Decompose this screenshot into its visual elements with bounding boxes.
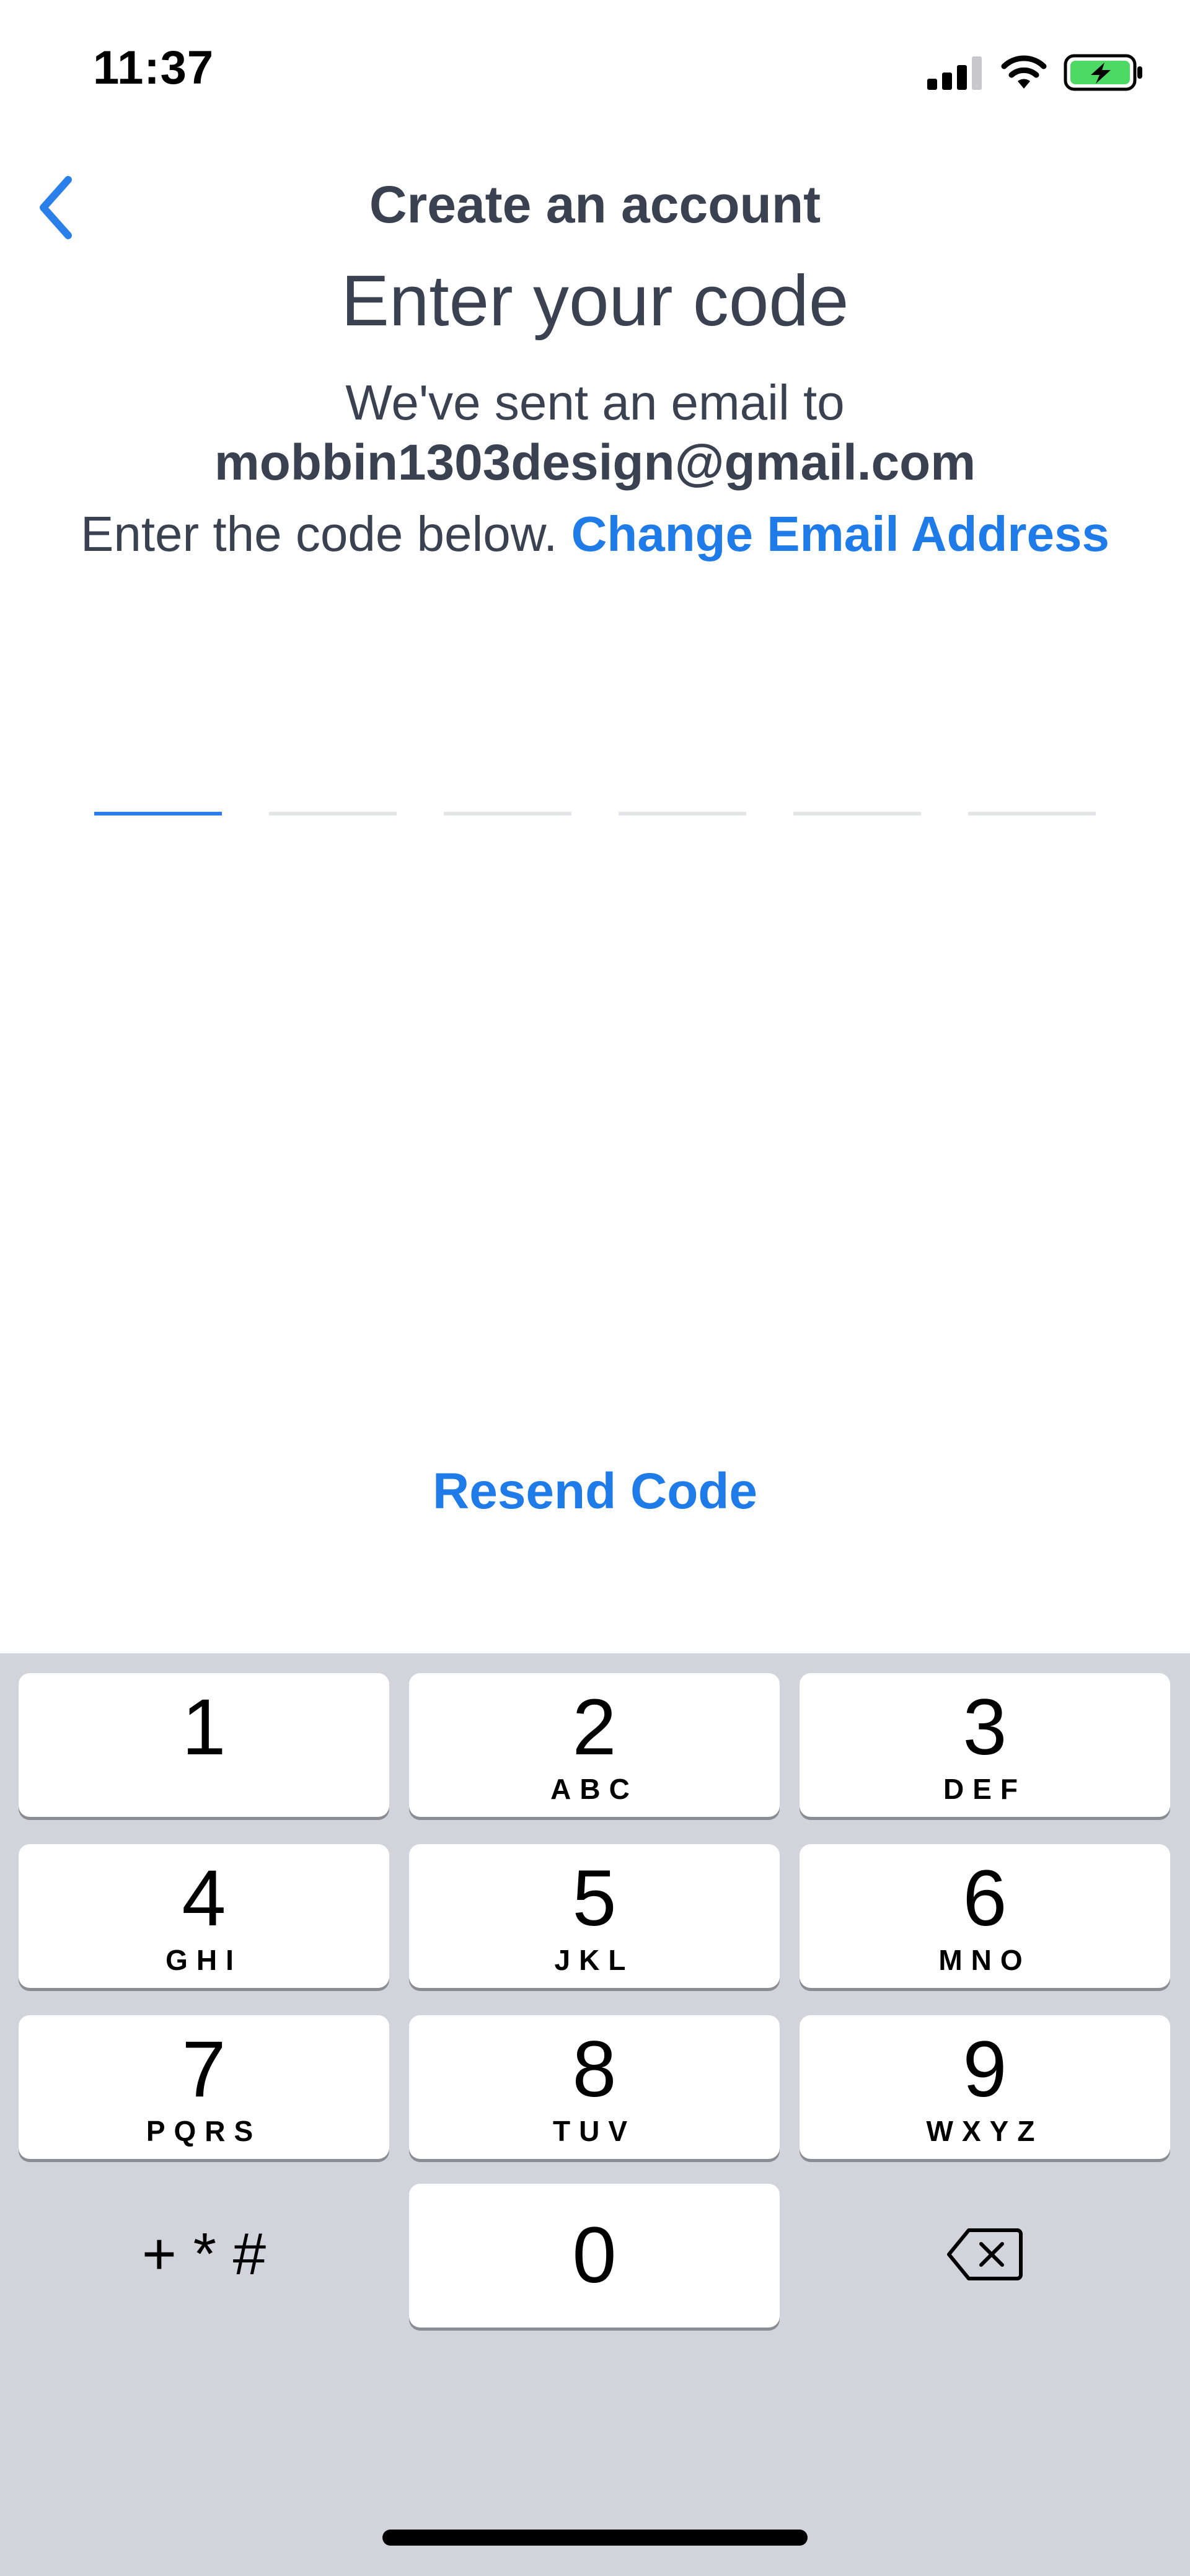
code-slot-2[interactable] — [269, 812, 397, 815]
status-time: 11:37 — [93, 42, 214, 94]
change-email-link[interactable]: Change Email Address — [571, 506, 1109, 561]
key-2[interactable]: 2 ABC — [409, 1673, 780, 1817]
instruction-line: Enter the code below. Change Email Addre… — [0, 506, 1190, 563]
key-9[interactable]: 9 WXYZ — [800, 2015, 1170, 2159]
key-5[interactable]: 5 JKL — [409, 1844, 780, 1988]
key-digit: 5 — [572, 1854, 617, 1943]
code-slot-3[interactable] — [444, 812, 571, 815]
screen: 11:37 Create an account Enter your code … — [0, 0, 1190, 2576]
key-digit: 7 — [182, 2025, 226, 2114]
key-digit: 9 — [963, 2025, 1007, 2114]
key-letters: PQRS — [146, 2115, 262, 2147]
key-digit: 4 — [182, 1854, 226, 1943]
delete-key[interactable] — [800, 2183, 1170, 2326]
key-digit: 2 — [572, 1683, 617, 1772]
signal-icon — [927, 56, 982, 90]
instruction-text: Enter the code below. — [80, 506, 558, 561]
key-letters: GHI — [165, 1944, 242, 1976]
symbols-key[interactable]: + * # — [19, 2183, 389, 2326]
key-7[interactable]: 7 PQRS — [19, 2015, 389, 2159]
key-1[interactable]: 1 — [19, 1673, 389, 1817]
key-3[interactable]: 3 DEF — [800, 1673, 1170, 1817]
key-8[interactable]: 8 TUV — [409, 2015, 780, 2159]
key-digit: 0 — [572, 2211, 617, 2300]
key-6[interactable]: 6 MNO — [800, 1844, 1170, 1988]
key-letters: TUV — [553, 2115, 636, 2147]
code-slot-5[interactable] — [793, 812, 921, 815]
wifi-icon — [1001, 55, 1047, 89]
nav-title: Create an account — [369, 175, 821, 234]
home-indicator — [382, 2530, 808, 2546]
key-digit: 1 — [182, 1683, 226, 1772]
code-slot-6[interactable] — [968, 812, 1096, 815]
status-icons — [927, 51, 1144, 94]
key-letters: WXYZ — [926, 2115, 1044, 2147]
key-digit: 3 — [963, 1683, 1007, 1772]
email-address: mobbin1303design@gmail.com — [214, 434, 976, 491]
key-digit: 8 — [572, 2025, 617, 2114]
page-heading: Enter your code — [341, 260, 849, 341]
key-0[interactable]: 0 — [409, 2184, 780, 2328]
key-letters: JKL — [554, 1944, 635, 1976]
backspace-icon — [947, 2228, 1023, 2280]
code-slot-1[interactable] — [94, 812, 222, 815]
code-input[interactable] — [94, 812, 1096, 818]
key-letters: MNO — [938, 1944, 1031, 1976]
code-slot-4[interactable] — [619, 812, 746, 815]
battery-charging-icon — [1064, 54, 1142, 91]
resend-code-button[interactable]: Resend Code — [0, 1462, 1190, 1521]
key-4[interactable]: 4 GHI — [19, 1844, 389, 1988]
key-letters: ABC — [550, 1773, 638, 1805]
numeric-keypad: 1 2 ABC 3 DEF 4 GHI 5 JKL 6 MNO 7 PQRS 8 — [0, 1653, 1190, 2576]
key-digit: 6 — [963, 1854, 1007, 1943]
key-letters: DEF — [943, 1773, 1026, 1805]
sent-email-text: We've sent an email to — [345, 375, 845, 430]
